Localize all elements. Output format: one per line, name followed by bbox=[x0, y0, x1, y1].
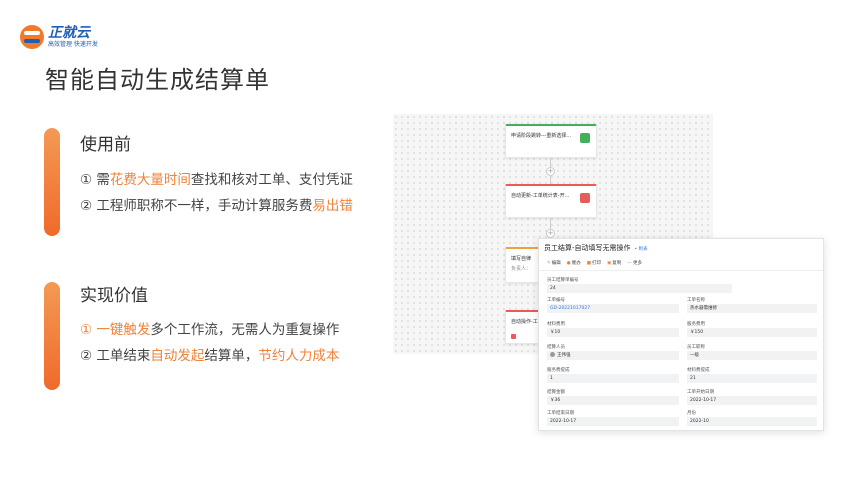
field-value[interactable]: 2022-10-17 bbox=[547, 417, 679, 426]
body-text: ② 工单结束 bbox=[80, 348, 151, 364]
field-value-text: ￥10 bbox=[550, 330, 561, 335]
edit-icon: ✎ bbox=[547, 261, 551, 266]
section-accent-bar bbox=[44, 128, 60, 236]
body-text: ① 需 bbox=[80, 172, 110, 188]
edit-label: 编辑 bbox=[551, 261, 561, 266]
field-label: 月份 bbox=[687, 411, 696, 416]
logo-mark-icon bbox=[20, 25, 44, 49]
value-point-2: ② 工单结束自动发起结算单，节约人力成本 bbox=[80, 344, 339, 364]
value-point-1: ① 一键触发多个工作流，无需人为重复操作 bbox=[80, 318, 339, 338]
field-value-text: ￥36 bbox=[550, 398, 561, 403]
settlement-record-panel: 员工结算-自动填写无需操作 • 附表 ✎编辑 ●催办 ■打印 ▣复制 ··· 更多… bbox=[538, 238, 824, 431]
highlight-text: 易出错 bbox=[312, 198, 353, 214]
field-label: 工单编号 bbox=[547, 298, 565, 303]
field-value[interactable]: ￥150 bbox=[687, 328, 817, 337]
field-label: 材料费提成 bbox=[687, 368, 710, 373]
company-logo: 正就云 高效管理 快速开发 bbox=[20, 22, 120, 52]
field-label: 结算金额 bbox=[547, 390, 565, 395]
highlight-text: 花费大量时间 bbox=[109, 172, 191, 188]
field-value[interactable]: 王伟强 bbox=[547, 351, 679, 360]
field-value-text: 1 bbox=[550, 376, 553, 381]
remind-label: 催办 bbox=[571, 261, 581, 266]
field-label: 材料费用 bbox=[547, 322, 565, 327]
highlight-text: 节约人力成本 bbox=[258, 348, 340, 364]
field-value[interactable]: GD-20221017027 bbox=[547, 304, 679, 313]
field-label: 员工职称 bbox=[687, 345, 705, 350]
field-value[interactable]: 2022-10-17 bbox=[687, 396, 817, 405]
flow-node-label: 填写自律 bbox=[511, 256, 532, 262]
flow-node: 自动更新-工单统计表-开... bbox=[505, 184, 597, 218]
spreadsheet-icon bbox=[580, 133, 590, 143]
field-value[interactable]: 一级 bbox=[687, 351, 817, 360]
flow-node: 申请阶段跳转---重新选择... bbox=[505, 124, 597, 158]
node-status-icon bbox=[511, 334, 516, 339]
field-value[interactable]: 24 bbox=[547, 284, 732, 293]
edit-button[interactable]: ✎编辑 bbox=[547, 260, 561, 266]
bell-icon: ● bbox=[566, 261, 571, 266]
field-value-text: 2022-10-17 bbox=[550, 419, 577, 424]
field-label: 工单开始日期 bbox=[687, 390, 714, 395]
print-button[interactable]: ■打印 bbox=[587, 260, 601, 266]
field-value-text: ￥150 bbox=[690, 330, 704, 335]
panel-title-text: 员工结算-自动填写无需操作 bbox=[544, 244, 631, 252]
more-button[interactable]: ··· 更多 bbox=[627, 260, 642, 266]
panel-toolbar: ✎编辑 ●催办 ■打印 ▣复制 ··· 更多 bbox=[547, 260, 642, 266]
print-icon: ■ bbox=[586, 261, 591, 266]
update-icon bbox=[580, 193, 590, 203]
field-value[interactable]: 热水器需维修 bbox=[687, 304, 817, 313]
avatar-icon bbox=[550, 352, 555, 357]
field-label: 服务费提成 bbox=[547, 368, 570, 373]
field-value-text: 热水器需维修 bbox=[690, 306, 717, 311]
field-label: 员工结算单编号 bbox=[547, 278, 579, 283]
attachment-tag[interactable]: • 附表 bbox=[635, 247, 648, 252]
page-title: 智能自动生成结算单 bbox=[45, 66, 270, 94]
body-text: 多个工作流，无需人为重复操作 bbox=[150, 322, 340, 338]
field-value-text: 2022-10 bbox=[690, 419, 709, 424]
field-value[interactable]: 1 bbox=[547, 374, 679, 383]
highlight-text: 自动发起 bbox=[150, 348, 205, 364]
copy-icon: ▣ bbox=[606, 261, 612, 266]
divider bbox=[539, 270, 823, 271]
before-point-1: ① 需花费大量时间查找和核对工单、支付凭证 bbox=[80, 168, 353, 188]
panel-title: 员工结算-自动填写无需操作 • 附表 bbox=[544, 243, 648, 253]
add-node-icon: + bbox=[546, 229, 555, 238]
flow-node-label: 申请阶段跳转---重新选择... bbox=[511, 133, 572, 139]
section-accent-bar bbox=[44, 282, 60, 390]
work-order-link[interactable]: GD-20221017027 bbox=[550, 306, 590, 311]
body-text: 结算单， bbox=[204, 348, 259, 364]
logo-slogan: 高效管理 快速开发 bbox=[48, 40, 98, 48]
field-label: 工单结束日期 bbox=[547, 411, 574, 416]
logo-name: 正就云 bbox=[48, 24, 90, 41]
before-point-2: ② 工程师职称不一样，手动计算服务费易出错 bbox=[80, 194, 353, 214]
field-value-text: 2022-10-17 bbox=[690, 398, 717, 403]
field-value[interactable]: ￥10 bbox=[547, 328, 679, 337]
print-label: 打印 bbox=[591, 261, 601, 266]
field-value[interactable]: ￥36 bbox=[547, 396, 679, 405]
flow-node-label: 自动更新-工单统计表-开... bbox=[511, 193, 570, 199]
field-value-text: 21 bbox=[690, 376, 696, 381]
field-value-text: 24 bbox=[550, 286, 556, 291]
add-node-icon: + bbox=[546, 167, 555, 176]
flow-node-assignee: 负责人： bbox=[511, 266, 532, 272]
field-value-text: 王伟强 bbox=[557, 353, 571, 358]
field-value[interactable]: 2022-10 bbox=[687, 417, 817, 426]
field-label: 结算人员 bbox=[547, 345, 565, 350]
remind-button[interactable]: ●催办 bbox=[567, 260, 581, 266]
field-value-text: 一级 bbox=[690, 353, 699, 358]
highlight-text: ① 一键触发 bbox=[80, 322, 151, 338]
copy-label: 复制 bbox=[612, 261, 622, 266]
copy-button[interactable]: ▣复制 bbox=[607, 260, 621, 266]
field-value[interactable]: 21 bbox=[687, 374, 817, 383]
body-text: ② 工程师职称不一样，手动计算服务费 bbox=[80, 198, 313, 214]
section-title-value: 实现价值 bbox=[80, 286, 148, 306]
body-text: 查找和核对工单、支付凭证 bbox=[190, 172, 353, 188]
section-title-before: 使用前 bbox=[80, 135, 131, 155]
field-label: 服务费用 bbox=[687, 322, 705, 327]
field-label: 工单名称 bbox=[687, 298, 705, 303]
